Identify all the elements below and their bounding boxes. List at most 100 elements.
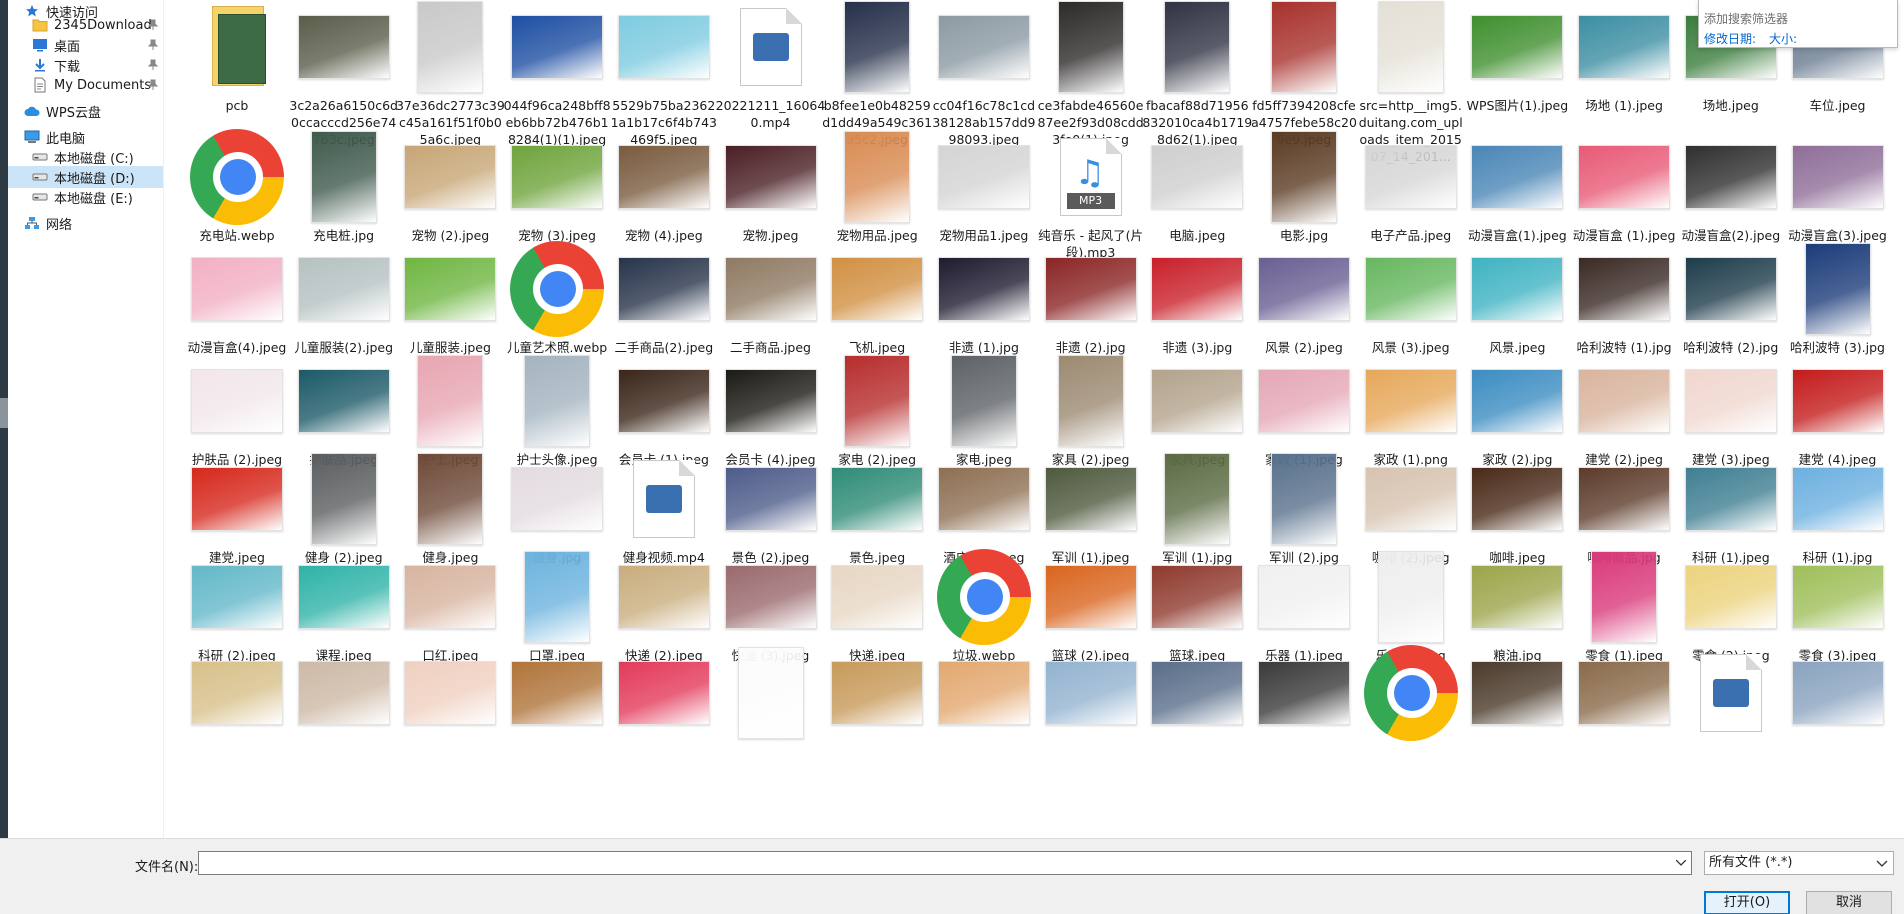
- file-item[interactable]: 动漫盲盒(3).jpeg: [1783, 130, 1889, 254]
- file-item[interactable]: 动漫盲盒 (1).jpeg: [1569, 130, 1675, 254]
- open-button[interactable]: 打开(O): [1704, 891, 1790, 914]
- filename-history-dropdown[interactable]: [1672, 854, 1690, 872]
- file-item[interactable]: 非遗 (1).jpg: [929, 242, 1035, 366]
- file-item[interactable]: fd5ff7394208cfea4757febe58c209e9.jpeg: [1249, 0, 1357, 147]
- file-item[interactable]: 哈利波特 (2).jpg: [1676, 242, 1782, 366]
- image-thumbnail: [617, 257, 710, 321]
- image-thumbnail: [310, 131, 377, 223]
- file-item[interactable]: cc04f16c78c1cd38128ab157dd998093.jpeg: [929, 0, 1035, 147]
- image-thumbnail: [1791, 467, 1884, 531]
- cancel-button[interactable]: 取消: [1806, 891, 1892, 914]
- filename-input[interactable]: [198, 851, 1692, 875]
- sidebar-item[interactable]: 2345Download: [8, 14, 163, 36]
- file-item[interactable]: 充电桩.jpg: [289, 130, 395, 254]
- file-item[interactable]: [1569, 646, 1675, 725]
- image-thumbnail: [1804, 243, 1871, 335]
- file-item[interactable]: 儿童艺术照.webp: [502, 241, 608, 366]
- file-item[interactable]: 充电站.webp: [182, 129, 288, 254]
- sidebar-item[interactable]: My Documents: [8, 74, 163, 96]
- sidebar-item[interactable]: 桌面: [8, 34, 163, 56]
- file-item[interactable]: [1142, 646, 1248, 725]
- file-item[interactable]: ce3fabde46560e87ee2f93d08cdd3fe0(1).jpeg: [1036, 0, 1144, 147]
- file-item[interactable]: 3c2a26a6150c6d0ccacccd256e747b3c.jpeg: [289, 0, 398, 147]
- file-thumbnail-box: [1150, 550, 1244, 644]
- file-item[interactable]: 电子产品.jpeg: [1356, 130, 1462, 254]
- file-item[interactable]: 哈利波特 (3).jpg: [1783, 242, 1889, 366]
- file-item[interactable]: 044f96ca248bff8eb6bb72b476b18284(1)(1).j…: [502, 0, 611, 147]
- file-item[interactable]: [1036, 646, 1142, 725]
- drive-icon: [32, 149, 48, 165]
- file-item[interactable]: 5529b75ba23621a1b17c6f4b743469f5.jpeg: [609, 0, 717, 147]
- file-item[interactable]: [182, 646, 288, 725]
- file-item[interactable]: [395, 646, 501, 725]
- file-item[interactable]: [822, 646, 928, 725]
- image-thumbnail: [1044, 661, 1137, 725]
- file-item[interactable]: 二手商品(2).jpeg: [609, 242, 715, 366]
- file-item[interactable]: 宠物用品1.jpeg: [929, 130, 1035, 254]
- file-item[interactable]: 电脑.jpeg: [1142, 130, 1248, 254]
- file-item[interactable]: [1356, 645, 1462, 741]
- file-item[interactable]: ♫ MP3 纯音乐 - 起风了(片段).mp3: [1036, 130, 1143, 260]
- file-name-label: 车位.jpeg: [1809, 98, 1866, 113]
- file-item[interactable]: 风景.jpeg: [1462, 242, 1568, 366]
- file-item[interactable]: [1249, 646, 1355, 725]
- sidebar-item[interactable]: 此电脑: [8, 126, 163, 148]
- file-thumbnail-box: [1577, 646, 1671, 740]
- filetype-select[interactable]: 所有文件 (*.*): [1704, 851, 1894, 875]
- file-thumbnail-box: [724, 242, 818, 336]
- sidebar-item[interactable]: 本地磁盘 (C:): [8, 146, 163, 168]
- file-item[interactable]: 宠物 (2).jpeg: [395, 130, 501, 254]
- image-thumbnail: [1578, 369, 1671, 433]
- file-item[interactable]: 宠物.jpeg: [716, 130, 822, 254]
- file-item[interactable]: 动漫盲盒(4).jpeg: [182, 242, 288, 366]
- file-item[interactable]: 风景 (3).jpeg: [1356, 242, 1462, 366]
- file-item[interactable]: [1462, 646, 1568, 725]
- filter-modified-date[interactable]: 修改日期:: [1704, 30, 1756, 47]
- file-thumbnail-box: [1363, 645, 1458, 741]
- file-item[interactable]: 动漫盲盒(1).jpeg: [1462, 130, 1568, 254]
- file-item[interactable]: 宠物 (3).jpeg: [502, 130, 608, 254]
- file-item[interactable]: 非遗 (3).jpg: [1142, 242, 1248, 366]
- file-item[interactable]: fbacaf88d71956832010ca4b17198d62(1).jpeg: [1142, 0, 1252, 147]
- file-item[interactable]: 场地 (1).jpeg: [1569, 0, 1675, 124]
- file-item[interactable]: 电影.jpg: [1249, 130, 1355, 254]
- file-item[interactable]: 二手商品.jpeg: [716, 242, 822, 366]
- file-thumbnail-box: [1257, 452, 1351, 546]
- file-item[interactable]: 风景 (2).jpeg: [1249, 242, 1355, 366]
- sidebar-item[interactable]: 网络: [8, 212, 163, 234]
- video-file-icon: [1699, 654, 1762, 732]
- image-thumbnail: [617, 15, 710, 79]
- image-thumbnail: [524, 355, 591, 447]
- file-item[interactable]: WPS图片(1).jpeg: [1462, 0, 1568, 124]
- file-item[interactable]: 儿童服装(2).jpeg: [289, 242, 395, 366]
- image-thumbnail: [297, 369, 390, 433]
- file-item[interactable]: [929, 646, 1035, 725]
- file-item[interactable]: 飞机.jpeg: [822, 242, 928, 366]
- file-item[interactable]: [1676, 646, 1782, 732]
- file-item[interactable]: 20221211_160640.mp4: [716, 0, 825, 130]
- sidebar-item[interactable]: WPS云盘: [8, 100, 163, 122]
- file-item[interactable]: pcb: [182, 0, 288, 124]
- file-item[interactable]: 37e36dc2773c39c45a161f51f0b05a6c.jpeg: [395, 0, 505, 147]
- sidebar-item[interactable]: 本地磁盘 (E:): [8, 186, 163, 208]
- file-thumbnail-box: [1257, 0, 1351, 94]
- file-item[interactable]: [289, 646, 395, 725]
- file-thumbnail-box: [1684, 354, 1778, 448]
- file-item[interactable]: src=http__img5.duitang.com_uploads_item_…: [1356, 0, 1463, 164]
- file-item[interactable]: 非遗 (2).jpg: [1036, 242, 1142, 366]
- filter-size[interactable]: 大小:: [1769, 30, 1797, 47]
- sidebar-item[interactable]: 本地磁盘 (D:): [8, 166, 163, 188]
- file-item[interactable]: 宠物用品.jpeg: [822, 130, 928, 254]
- file-thumbnail-box: [937, 354, 1031, 448]
- file-item[interactable]: 儿童服装.jpeg: [395, 242, 501, 366]
- file-item[interactable]: 宠物 (4).jpeg: [609, 130, 715, 254]
- file-item[interactable]: [716, 646, 822, 739]
- file-item[interactable]: [609, 646, 715, 725]
- file-item[interactable]: [1783, 646, 1889, 725]
- file-item[interactable]: b8fee1e0b48259d1dd49a549c361a5c2.jpeg: [822, 0, 932, 147]
- file-item[interactable]: [502, 646, 608, 725]
- file-item[interactable]: 动漫盲盒(2).jpeg: [1676, 130, 1782, 254]
- file-item[interactable]: 哈利波特 (1).jpg: [1569, 242, 1675, 366]
- sidebar-item[interactable]: 下载: [8, 54, 163, 76]
- file-thumbnail-box: [1364, 550, 1458, 644]
